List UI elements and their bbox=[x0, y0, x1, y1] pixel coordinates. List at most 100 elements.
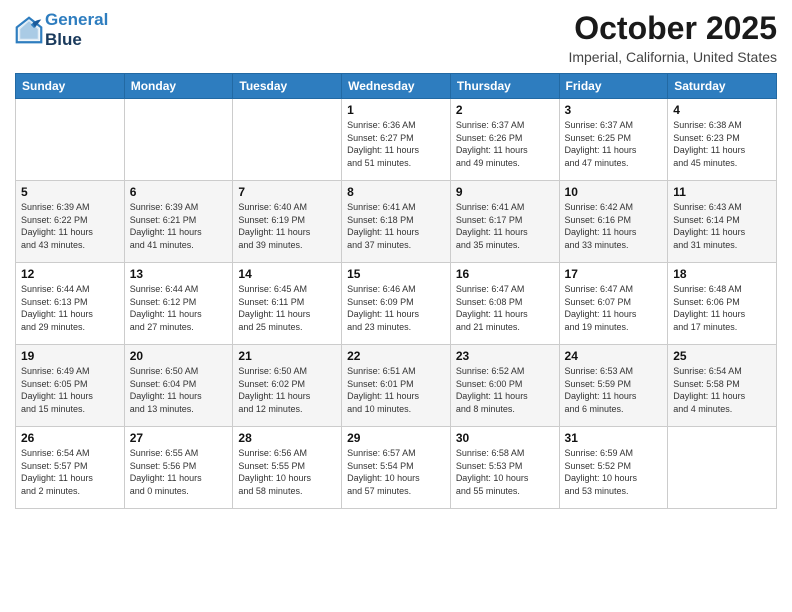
calendar-day-17: 17 Sunrise: 6:47 AMSunset: 6:07 PMDayligh… bbox=[559, 263, 668, 345]
day-number: 30 bbox=[456, 431, 554, 445]
calendar-day-22: 22Sunrise: 6:51 AMSunset: 6:01 PMDayligh… bbox=[342, 345, 451, 427]
day-number: 31 bbox=[565, 431, 663, 445]
day-info: Sunrise: 6:39 AMSunset: 6:22 PMDaylight:… bbox=[21, 201, 119, 251]
day-info: Sunrise: 6:53 AMSunset: 5:59 PMDaylight:… bbox=[565, 365, 663, 415]
day-info: Sunrise: 6:37 AMSunset: 6:26 PMDaylight:… bbox=[456, 119, 554, 169]
day-info: Sunrise: 6:47 AMSunset: 6:08 PMDaylight:… bbox=[456, 283, 554, 333]
weekday-header-friday: Friday bbox=[559, 74, 668, 99]
calendar-day-28: 28Sunrise: 6:56 AMSunset: 5:55 PMDayligh… bbox=[233, 427, 342, 509]
title-area: October 2025 Imperial, California, Unite… bbox=[568, 10, 777, 65]
logo-blue: Blue bbox=[45, 30, 82, 49]
day-number: 2 bbox=[456, 103, 554, 117]
day-info: Sunrise: 6:49 AMSunset: 6:05 PMDaylight:… bbox=[21, 365, 119, 415]
day-number: 14 bbox=[238, 267, 336, 281]
calendar-empty bbox=[124, 99, 233, 181]
day-number: 6 bbox=[130, 185, 228, 199]
day-number: 8 bbox=[347, 185, 445, 199]
weekday-header-row: SundayMondayTuesdayWednesdayThursdayFrid… bbox=[16, 74, 777, 99]
day-number: 9 bbox=[456, 185, 554, 199]
day-info: Sunrise: 6:37 AMSunset: 6:25 PMDaylight:… bbox=[565, 119, 663, 169]
weekday-header-tuesday: Tuesday bbox=[233, 74, 342, 99]
day-number: 25 bbox=[673, 349, 771, 363]
day-number: 22 bbox=[347, 349, 445, 363]
month-title: October 2025 bbox=[568, 10, 777, 47]
calendar-day-23: 23 Sunrise: 6:52 AMSunset: 6:00 PMDayligh… bbox=[450, 345, 559, 427]
weekday-header-wednesday: Wednesday bbox=[342, 74, 451, 99]
calendar-day-31: 31 Sunrise: 6:59 AMSunset: 5:52 PMDayligh… bbox=[559, 427, 668, 509]
calendar-day-10: 10 Sunrise: 6:42 AMSunset: 6:16 PMDayligh… bbox=[559, 181, 668, 263]
day-info: Sunrise: 6:44 AMSunset: 6:13 PMDaylight:… bbox=[21, 283, 119, 333]
weekday-header-saturday: Saturday bbox=[668, 74, 777, 99]
calendar-day-2: 2 Sunrise: 6:37 AMSunset: 6:26 PMDaylight… bbox=[450, 99, 559, 181]
calendar-day-14: 14Sunrise: 6:45 AMSunset: 6:11 PMDayligh… bbox=[233, 263, 342, 345]
calendar-day-11: 11Sunrise: 6:43 AMSunset: 6:14 PMDayligh… bbox=[668, 181, 777, 263]
calendar-table: SundayMondayTuesdayWednesdayThursdayFrid… bbox=[15, 73, 777, 509]
calendar-week-5: 26Sunrise: 6:54 AMSunset: 5:57 PMDayligh… bbox=[16, 427, 777, 509]
day-number: 13 bbox=[130, 267, 228, 281]
calendar-day-21: 21 Sunrise: 6:50 AMSunset: 6:02 PMDayligh… bbox=[233, 345, 342, 427]
location: Imperial, California, United States bbox=[568, 49, 777, 65]
logo-icon bbox=[15, 16, 43, 44]
day-info: Sunrise: 6:47 AMSunset: 6:07 PMDaylight:… bbox=[565, 283, 663, 333]
day-number: 7 bbox=[238, 185, 336, 199]
calendar-day-20: 20 Sunrise: 6:50 AMSunset: 6:04 PMDayligh… bbox=[124, 345, 233, 427]
day-info: Sunrise: 6:42 AMSunset: 6:16 PMDaylight:… bbox=[565, 201, 663, 251]
day-number: 10 bbox=[565, 185, 663, 199]
calendar-day-7: 7 Sunrise: 6:40 AMSunset: 6:19 PMDaylight… bbox=[233, 181, 342, 263]
day-info: Sunrise: 6:50 AMSunset: 6:02 PMDaylight:… bbox=[238, 365, 336, 415]
day-number: 21 bbox=[238, 349, 336, 363]
day-info: Sunrise: 6:59 AMSunset: 5:52 PMDaylight:… bbox=[565, 447, 663, 497]
weekday-header-sunday: Sunday bbox=[16, 74, 125, 99]
calendar-day-9: 9 Sunrise: 6:41 AMSunset: 6:17 PMDaylight… bbox=[450, 181, 559, 263]
day-info: Sunrise: 6:48 AMSunset: 6:06 PMDaylight:… bbox=[673, 283, 771, 333]
day-info: Sunrise: 6:52 AMSunset: 6:00 PMDaylight:… bbox=[456, 365, 554, 415]
day-number: 18 bbox=[673, 267, 771, 281]
day-number: 12 bbox=[21, 267, 119, 281]
day-info: Sunrise: 6:41 AMSunset: 6:18 PMDaylight:… bbox=[347, 201, 445, 251]
calendar-day-4: 4 Sunrise: 6:38 AMSunset: 6:23 PMDaylight… bbox=[668, 99, 777, 181]
calendar-day-29: 29 Sunrise: 6:57 AMSunset: 5:54 PMDayligh… bbox=[342, 427, 451, 509]
day-info: Sunrise: 6:50 AMSunset: 6:04 PMDaylight:… bbox=[130, 365, 228, 415]
day-number: 1 bbox=[347, 103, 445, 117]
calendar-day-1: 1 Sunrise: 6:36 AMSunset: 6:27 PMDaylight… bbox=[342, 99, 451, 181]
main-container: General Blue October 2025 Imperial, Cali… bbox=[0, 0, 792, 519]
calendar-week-2: 5Sunrise: 6:39 AMSunset: 6:22 PMDaylight… bbox=[16, 181, 777, 263]
calendar-week-1: 1 Sunrise: 6:36 AMSunset: 6:27 PMDaylight… bbox=[16, 99, 777, 181]
day-info: Sunrise: 6:55 AMSunset: 5:56 PMDaylight:… bbox=[130, 447, 228, 497]
day-number: 24 bbox=[565, 349, 663, 363]
day-info: Sunrise: 6:40 AMSunset: 6:19 PMDaylight:… bbox=[238, 201, 336, 251]
day-number: 16 bbox=[456, 267, 554, 281]
calendar-day-6: 6 Sunrise: 6:39 AMSunset: 6:21 PMDaylight… bbox=[124, 181, 233, 263]
day-number: 27 bbox=[130, 431, 228, 445]
day-number: 4 bbox=[673, 103, 771, 117]
calendar-day-8: 8 Sunrise: 6:41 AMSunset: 6:18 PMDaylight… bbox=[342, 181, 451, 263]
day-info: Sunrise: 6:58 AMSunset: 5:53 PMDaylight:… bbox=[456, 447, 554, 497]
calendar-day-30: 30 Sunrise: 6:58 AMSunset: 5:53 PMDayligh… bbox=[450, 427, 559, 509]
day-number: 3 bbox=[565, 103, 663, 117]
calendar-week-4: 19 Sunrise: 6:49 AMSunset: 6:05 PMDayligh… bbox=[16, 345, 777, 427]
calendar-day-25: 25Sunrise: 6:54 AMSunset: 5:58 PMDayligh… bbox=[668, 345, 777, 427]
day-info: Sunrise: 6:57 AMSunset: 5:54 PMDaylight:… bbox=[347, 447, 445, 497]
day-info: Sunrise: 6:38 AMSunset: 6:23 PMDaylight:… bbox=[673, 119, 771, 169]
day-info: Sunrise: 6:39 AMSunset: 6:21 PMDaylight:… bbox=[130, 201, 228, 251]
day-number: 15 bbox=[347, 267, 445, 281]
logo-general: General bbox=[45, 10, 108, 29]
day-number: 17 bbox=[565, 267, 663, 281]
day-number: 20 bbox=[130, 349, 228, 363]
calendar-day-15: 15Sunrise: 6:46 AMSunset: 6:09 PMDayligh… bbox=[342, 263, 451, 345]
day-info: Sunrise: 6:41 AMSunset: 6:17 PMDaylight:… bbox=[456, 201, 554, 251]
day-info: Sunrise: 6:36 AMSunset: 6:27 PMDaylight:… bbox=[347, 119, 445, 169]
calendar-day-5: 5Sunrise: 6:39 AMSunset: 6:22 PMDaylight… bbox=[16, 181, 125, 263]
calendar-empty bbox=[16, 99, 125, 181]
weekday-header-thursday: Thursday bbox=[450, 74, 559, 99]
day-info: Sunrise: 6:44 AMSunset: 6:12 PMDaylight:… bbox=[130, 283, 228, 333]
calendar-day-18: 18 Sunrise: 6:48 AMSunset: 6:06 PMDayligh… bbox=[668, 263, 777, 345]
day-number: 19 bbox=[21, 349, 119, 363]
day-number: 23 bbox=[456, 349, 554, 363]
day-number: 26 bbox=[21, 431, 119, 445]
calendar-day-3: 3 Sunrise: 6:37 AMSunset: 6:25 PMDaylight… bbox=[559, 99, 668, 181]
logo-text: General Blue bbox=[45, 10, 108, 49]
day-number: 29 bbox=[347, 431, 445, 445]
calendar-day-12: 12 Sunrise: 6:44 AMSunset: 6:13 PMDayligh… bbox=[16, 263, 125, 345]
calendar-day-27: 27 Sunrise: 6:55 AMSunset: 5:56 PMDayligh… bbox=[124, 427, 233, 509]
